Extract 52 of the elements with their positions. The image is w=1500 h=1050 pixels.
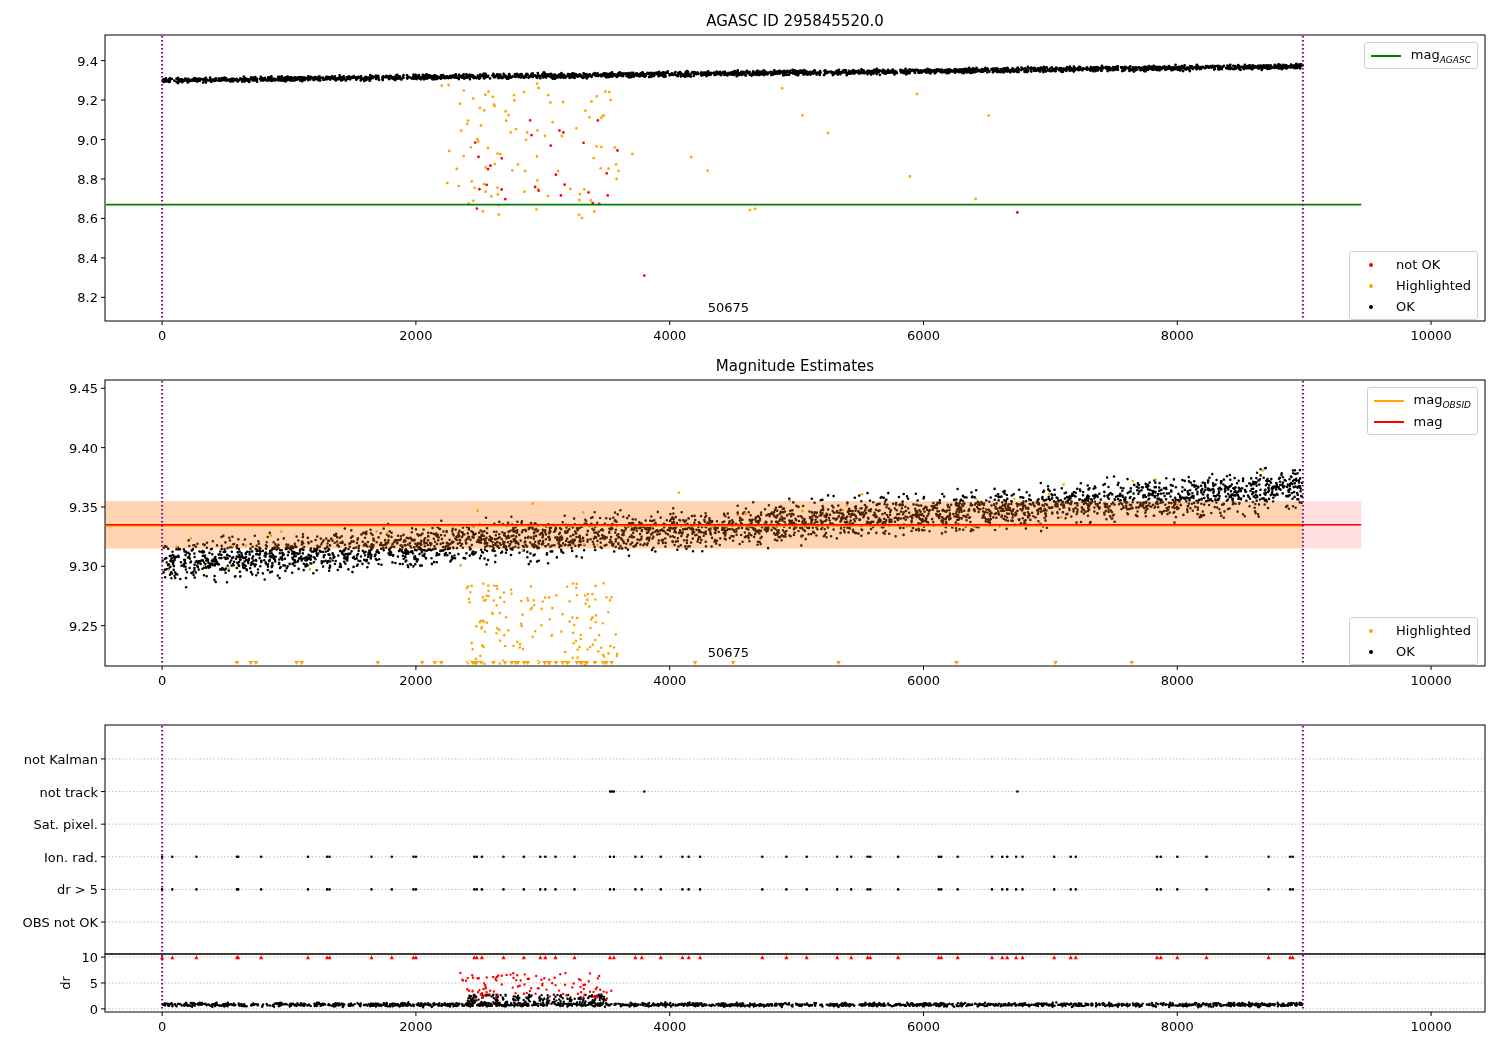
tick-label: 9.2 (77, 93, 98, 109)
tick-label: 8.6 (77, 211, 98, 227)
legend-label: not OK (1396, 257, 1441, 272)
tick-label: 9.40 (69, 440, 98, 456)
legend-label: OK (1396, 299, 1415, 314)
tick-label: 9.25 (69, 618, 98, 634)
annotation-label: 50675 (707, 300, 750, 315)
tick-label: 10000 (1410, 1019, 1452, 1034)
tick-label: 2000 (399, 1019, 433, 1034)
tick-label: 0 (157, 1019, 167, 1034)
tick-label: 8000 (1160, 673, 1194, 688)
legend-label: mag (1413, 414, 1443, 429)
legend-label: mag$_{OBSID}$ (1413, 391, 1471, 410)
tick-label: 2000 (399, 673, 433, 688)
tick-label: 4000 (653, 673, 687, 688)
tick-label: not track (39, 784, 98, 800)
tick-label: 8.2 (77, 290, 98, 306)
axis-label: dr (58, 976, 73, 990)
tick-label: 0 (157, 328, 167, 343)
tick-label: 9.0 (77, 132, 98, 148)
tick-label: 5 (89, 976, 98, 991)
tick-label: 9.35 (69, 500, 98, 515)
tick-label: 10000 (1410, 673, 1452, 688)
legend-label: OK (1396, 644, 1415, 659)
tick-label: 8000 (1160, 1019, 1194, 1034)
tick-label: 0 (89, 1001, 98, 1017)
tick-label: 8.8 (77, 172, 98, 187)
tick-label: 6000 (906, 673, 941, 688)
chart-title: AGASC ID 295845520.0 (706, 12, 884, 30)
tick-label: 9.4 (77, 53, 98, 69)
tick-label: dr > 5 (56, 882, 98, 898)
tick-label: 4000 (653, 1019, 687, 1034)
legend-label: Highlighted (1396, 278, 1471, 293)
tick-label: Sat. pixel. (33, 817, 98, 833)
chart-title: Magnitude Estimates (715, 357, 875, 375)
tick-label: OBS not OK (22, 915, 98, 931)
tick-label: Ion. rad. (44, 849, 98, 865)
annotation-label: 50675 (707, 645, 750, 660)
tick-label: 6000 (906, 1019, 941, 1034)
legend-label: mag$_{AGASC}$ (1410, 46, 1471, 65)
tick-label: 8000 (1160, 328, 1194, 343)
tick-label: 8.4 (77, 250, 98, 266)
tick-label: 0 (157, 673, 167, 688)
tick-label: 10 (81, 950, 98, 966)
tick-label: 2000 (399, 328, 433, 343)
tick-label: 6000 (906, 328, 941, 343)
tick-label: not Kalman (23, 751, 98, 767)
tick-label: 9.45 (69, 381, 98, 397)
tick-label: 9.30 (69, 559, 98, 575)
tick-label: 4000 (653, 328, 687, 343)
legend-label: Highlighted (1396, 623, 1471, 638)
tick-label: 10000 (1410, 328, 1452, 343)
